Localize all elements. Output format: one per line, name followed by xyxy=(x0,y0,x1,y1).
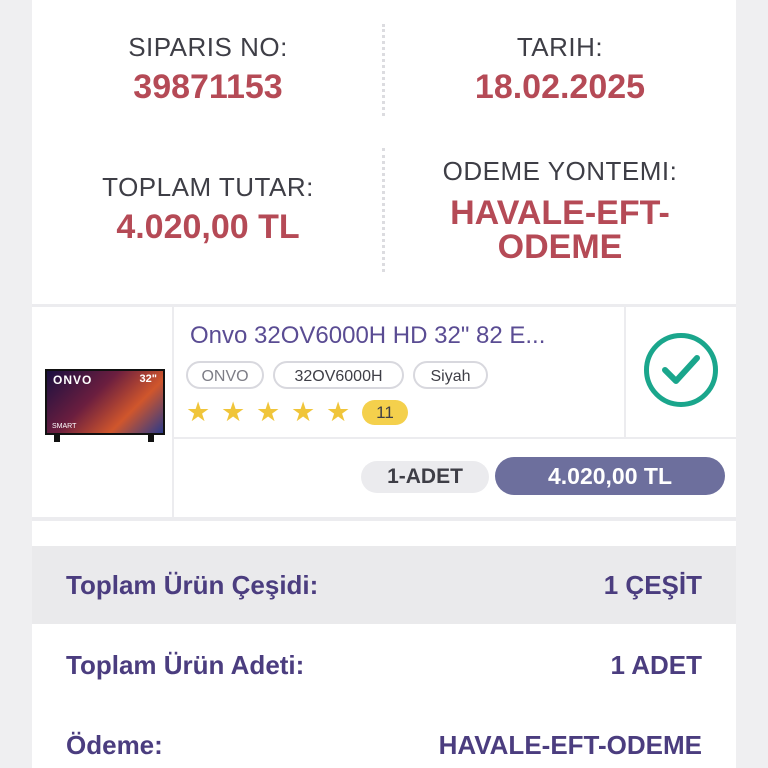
dotted-divider xyxy=(382,148,385,272)
summary-count-label: Toplam Ürün Adeti: xyxy=(66,650,305,680)
product-title-link[interactable]: Onvo 32OV6000H HD 32" 82 E... xyxy=(190,321,620,351)
star-icon: ★ xyxy=(221,397,246,427)
tv-stand-left xyxy=(54,435,60,442)
product-divider xyxy=(173,437,736,439)
summary-payment-label: Ödeme: xyxy=(66,730,163,760)
order-number-value: 39871153 xyxy=(133,68,283,106)
summary-variety-value: 1 ÇEŞİT xyxy=(603,570,702,600)
payment-method-block: ODEME YONTEMI: HAVALE-EFT- ODEME xyxy=(384,156,736,264)
brand-chip: ONVO xyxy=(186,361,264,389)
order-number-block: SIPARIS NO: 39871153 xyxy=(32,32,384,104)
order-total-value: 4.020,00 TL xyxy=(116,208,300,246)
summary-payment-value: HAVALE-EFT-ODEME xyxy=(438,730,702,760)
payment-method-value-line2: ODEME xyxy=(497,228,623,266)
model-chip: 32OV6000H xyxy=(273,361,404,389)
order-detail-card: SIPARIS NO: 39871153 TARIH: 18.02.2025 T… xyxy=(32,0,736,768)
summary-row-payment: Ödeme: HAVALE-EFT-ODEME xyxy=(32,706,736,768)
status-cell xyxy=(624,307,736,437)
order-info-section: SIPARIS NO: 39871153 TARIH: 18.02.2025 T… xyxy=(32,0,736,304)
payment-method-value: HAVALE-EFT- ODEME xyxy=(384,196,736,264)
check-circle-icon[interactable] xyxy=(644,333,718,407)
star-icon: ★ xyxy=(186,397,211,427)
payment-method-label: ODEME YONTEMI: xyxy=(442,156,678,186)
section-divider xyxy=(32,517,736,521)
summary-row-variety: Toplam Ürün Çeşidi: 1 ÇEŞİT xyxy=(32,546,736,624)
price-badge: 4.020,00 TL xyxy=(495,457,725,495)
tv-stand-right xyxy=(148,435,154,442)
product-item: ONVO 32" SMART Onvo 32OV6000H HD 32" 82 … xyxy=(32,307,736,517)
summary-variety-label: Toplam Ürün Çeşidi: xyxy=(66,570,319,600)
order-number-label: SIPARIS NO: xyxy=(128,32,288,62)
tv-size-text: 32" xyxy=(139,373,157,385)
star-icon: ★ xyxy=(291,397,316,427)
product-image-cell[interactable]: ONVO 32" SMART xyxy=(32,307,174,517)
product-image[interactable]: ONVO 32" SMART xyxy=(45,369,165,435)
tv-brand-text: ONVO xyxy=(53,373,93,387)
tv-smart-text: SMART xyxy=(52,423,77,430)
order-date-value: 18.02.2025 xyxy=(474,68,646,106)
quantity-badge: 1-ADET xyxy=(361,461,489,493)
summary-count-value: 1 ADET xyxy=(610,650,703,680)
order-date-block: TARIH: 18.02.2025 xyxy=(384,32,736,104)
color-chip: Siyah xyxy=(413,361,488,389)
summary-row-count: Toplam Ürün Adeti: 1 ADET xyxy=(32,626,736,704)
order-total-label: TOPLAM TUTAR: xyxy=(102,172,314,202)
order-date-label: TARIH: xyxy=(516,32,604,62)
dotted-divider xyxy=(382,24,385,116)
star-icon: ★ xyxy=(326,397,351,427)
order-total-block: TOPLAM TUTAR: 4.020,00 TL xyxy=(32,172,384,244)
rating-count-badge: 11 xyxy=(362,400,408,425)
star-icon: ★ xyxy=(256,397,281,427)
payment-method-value-line1: HAVALE-EFT- xyxy=(450,194,670,232)
